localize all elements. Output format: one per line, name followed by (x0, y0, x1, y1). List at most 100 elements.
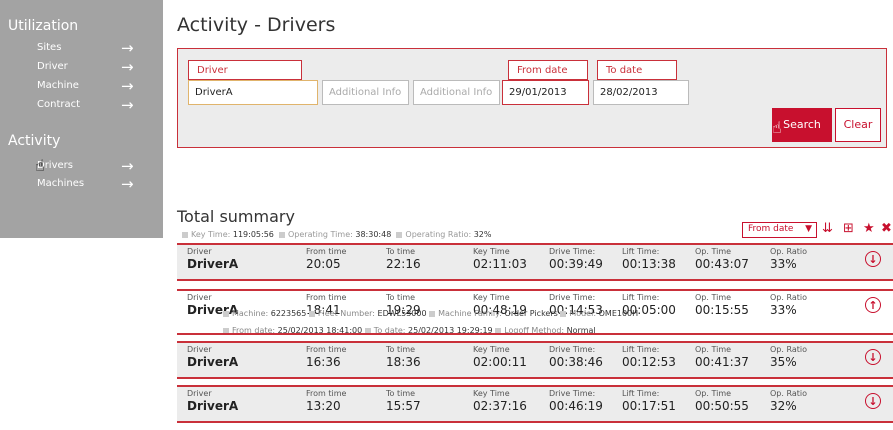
detail-model-value: OME100H (598, 309, 639, 318)
column-header: Op. Time (695, 389, 732, 398)
star-icon[interactable]: ★ (863, 221, 875, 237)
detail-family-value: Order Pickers (504, 309, 558, 318)
sidebar-nav: Utilization Sites → Driver → Machine → C… (0, 0, 163, 238)
column-header: Driver (187, 389, 212, 398)
column-header: From time (306, 293, 347, 302)
column-header: Driver (187, 293, 212, 302)
op-ratio-value: 32% (770, 399, 797, 413)
plus-square-icon[interactable]: ⊞ (843, 221, 854, 237)
operating-ratio-value: 32% (473, 230, 492, 239)
driver-value: DriverA (187, 257, 239, 271)
detail-machine-label: Machine: (232, 309, 269, 318)
hand-pointer-cursor-icon: ☝ (772, 118, 782, 137)
column-header: To time (386, 293, 416, 302)
column-header: Lift Time: (622, 293, 660, 302)
lift-time-value: 00:17:51 (622, 399, 676, 413)
driver-input[interactable]: DriverA (188, 80, 318, 105)
column-header: Lift Time: (622, 345, 660, 354)
column-header: Drive Time: (549, 389, 596, 398)
column-header: Op. Ratio (770, 345, 807, 354)
bullet-square-icon (396, 231, 403, 238)
sidebar-item-sites[interactable]: Sites → (0, 39, 163, 58)
sidebar-item-label: Contract (37, 99, 81, 110)
column-header: Key Time (473, 345, 510, 354)
bullet-square-icon (560, 310, 567, 317)
additional-info-input-1[interactable]: Additional Info (322, 80, 409, 105)
bullet-square-icon (279, 231, 285, 238)
arrow-right-icon: → (121, 77, 134, 95)
column-header: To time (386, 345, 416, 354)
column-header: Drive Time: (549, 247, 596, 256)
column-header: Op. Time (695, 293, 732, 302)
op-time-value: 00:41:37 (695, 355, 749, 369)
sidebar-item-driver[interactable]: Driver → (0, 58, 163, 77)
x-icon[interactable]: ✖ (881, 221, 892, 237)
column-header: Op. Ratio (770, 389, 807, 398)
column-header: Lift Time: (622, 389, 660, 398)
column-header: From time (306, 389, 347, 398)
column-header: Op. Ratio (770, 247, 807, 256)
sidebar-item-contract[interactable]: Contract → (0, 96, 163, 115)
bullet-square-icon (223, 310, 229, 317)
column-header: Key Time (473, 389, 510, 398)
to-time-value: 22:16 (386, 257, 421, 271)
detail-model-label: Model: (569, 309, 597, 318)
bullet-square-icon (429, 310, 436, 317)
detail-fleet-label: Fleet Number: (317, 309, 375, 318)
additional-info-input-2[interactable]: Additional Info (413, 80, 500, 105)
column-header: Drive Time: (549, 345, 596, 354)
key-time-value: 119:05:56 (232, 230, 274, 239)
from-date-label: From date (508, 60, 588, 80)
bullet-square-icon (182, 231, 188, 238)
column-header: To time (386, 247, 416, 256)
arrow-right-icon: → (121, 175, 134, 193)
hand-pointer-cursor-icon: ☝ (35, 156, 45, 175)
column-header: Drive Time: (549, 293, 596, 302)
from-date-input[interactable]: 29/01/2013 (502, 80, 589, 105)
chevron-down-icon: ▼ (805, 224, 812, 234)
sidebar-section-activity: Activity (8, 133, 61, 149)
column-header: Lift Time: (622, 247, 660, 256)
key-time-value: 02:00:11 (473, 355, 527, 369)
column-header: Op. Ratio (770, 293, 807, 302)
to-date-input[interactable]: 28/02/2013 (593, 80, 689, 105)
sort-select[interactable]: From date ▼ (742, 222, 817, 238)
sidebar-item-drivers[interactable]: Drivers → (0, 157, 163, 176)
sidebar-item-machine[interactable]: Machine → (0, 77, 163, 96)
to-time-value: 15:57 (386, 399, 421, 413)
detail-fleet-value: EDWL53000 (377, 309, 427, 318)
row-detail-panel-2: Machine: 6223565 Fleet Number: EDWL53000… (177, 307, 893, 335)
arrow-right-icon: → (121, 157, 134, 175)
table-row[interactable]: Driver DriverA From time 16:36 To time 18:3… (177, 341, 893, 379)
column-header: From time (306, 345, 347, 354)
expand-down-icon[interactable]: ↓ (865, 393, 881, 409)
column-header: Op. Time (695, 345, 732, 354)
sidebar-item-machines[interactable]: Machines → (0, 175, 163, 194)
operating-ratio-label: Operating Ratio: (405, 230, 472, 239)
op-time-value: 00:50:55 (695, 399, 749, 413)
driver-label: Driver (188, 60, 302, 80)
to-date-label: To date (597, 60, 677, 80)
sidebar-item-label: Sites (37, 42, 62, 53)
op-ratio-value: 35% (770, 355, 797, 369)
bullet-square-icon (308, 310, 315, 317)
drive-time-value: 00:38:46 (549, 355, 603, 369)
sidebar-item-label: Machines (37, 178, 85, 189)
column-header: Driver (187, 247, 212, 256)
sort-desc-icon[interactable]: ⇊ (822, 221, 833, 237)
sidebar-item-label: Driver (37, 61, 68, 72)
arrow-right-icon: → (121, 39, 134, 57)
sidebar-section-utilization: Utilization (8, 18, 79, 34)
from-time-value: 20:05 (306, 257, 341, 271)
arrow-right-icon: → (121, 96, 134, 114)
expand-down-icon[interactable]: ↓ (865, 349, 881, 365)
column-header: Op. Time (695, 247, 732, 256)
table-row[interactable]: Driver DriverA From time 20:05 To time 22:1… (177, 243, 893, 281)
op-time-value: 00:43:07 (695, 257, 749, 271)
key-time-value: 02:11:03 (473, 257, 527, 271)
clear-button[interactable]: Clear (835, 108, 881, 142)
total-summary-title: Total summary (177, 207, 295, 226)
expand-down-icon[interactable]: ↓ (865, 251, 881, 267)
table-row[interactable]: Driver DriverA From time 13:20 To time 15:5… (177, 385, 893, 423)
driver-value: DriverA (187, 355, 239, 369)
